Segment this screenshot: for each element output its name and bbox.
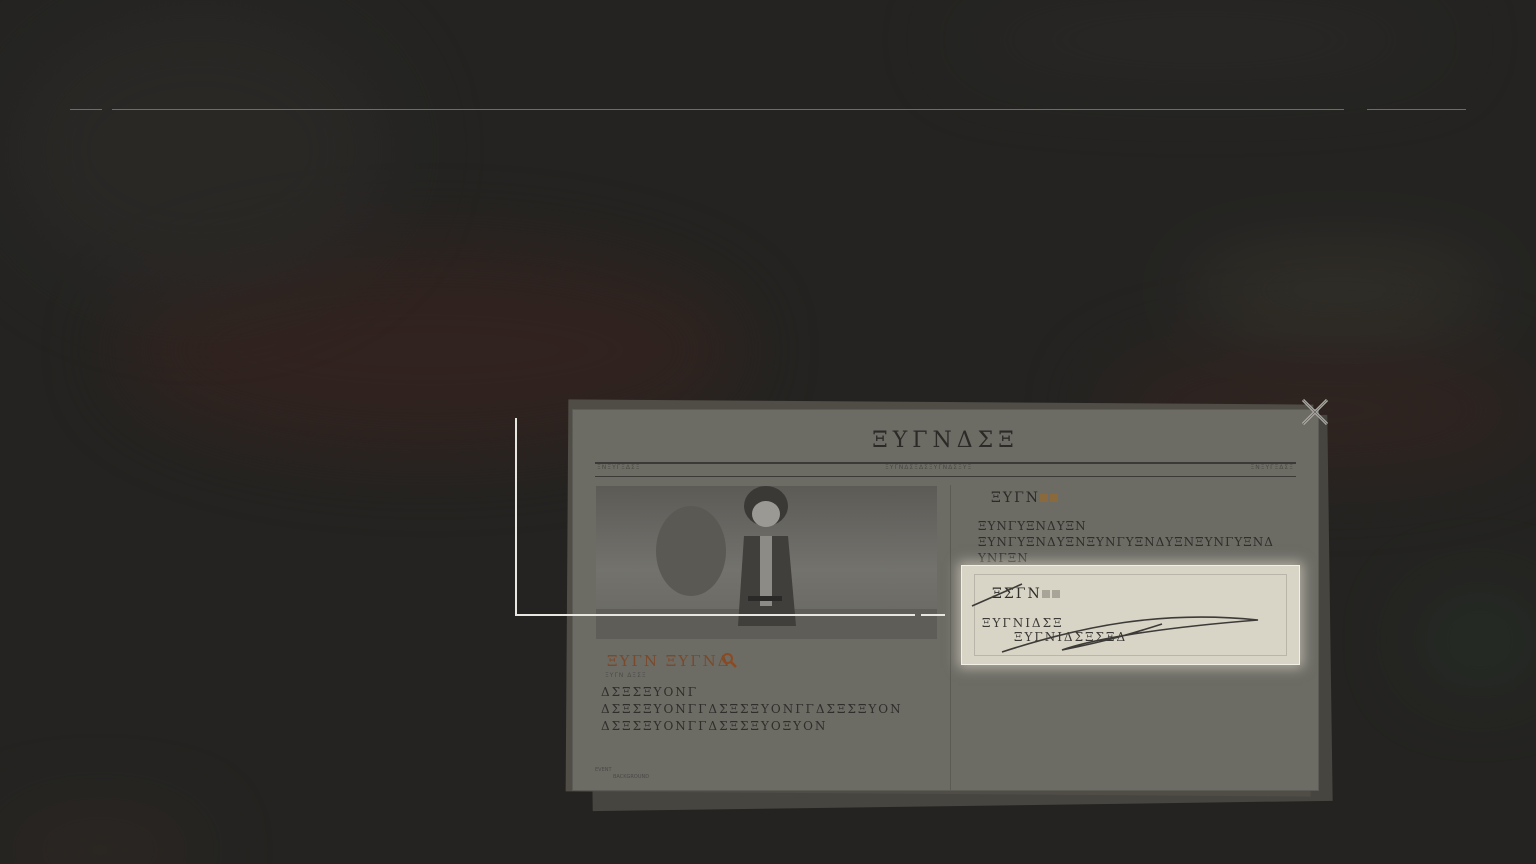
masthead-rule-bottom [595, 476, 1296, 477]
tag-mark [1050, 494, 1058, 502]
footer-event: EVENT BACKGROUND [595, 767, 649, 781]
right-article-title: ΞΥΓΝ [991, 490, 1041, 506]
magnifier-icon[interactable] [721, 652, 737, 668]
article-photo [596, 486, 937, 639]
close-x-icon[interactable] [1298, 395, 1332, 429]
right-article-body: ΞΥΝΓΥΞΝΔΥΞΝ ΞΥΝΓΥΞΝΔΥΞΝΞΥΝΓΥΞΝΔΥΞΝΞΥΝΓΥΞ… [978, 518, 1298, 566]
article-line-2: ΔΣΞΣΞΥΟΝΓΓΔΣΞΣΞΥΟΝΓΓΔΣΞΣΞΥΟΝ [601, 702, 903, 716]
article-caption: ΞΥΓΝ ΔΞΣΞ [605, 672, 647, 679]
scribble-strike [971, 583, 1259, 653]
column-divider [950, 485, 951, 790]
footer-background-label: BACKGROUND [613, 774, 650, 780]
tutorial-bracket-pointer [921, 614, 945, 616]
tag-mark [1040, 494, 1048, 502]
right-line-2: ΞΥΝΓΥΞΝΔΥΞΝΞΥΝΓΥΞΝΔΥΞΝΞΥΝΓΥΞΝΔ [978, 535, 1274, 549]
tutorial-bracket-vertical [515, 418, 517, 616]
top-divider-right [1367, 109, 1466, 110]
tutorial-bracket-horizontal [515, 614, 915, 616]
article-line-3: ΔΣΞΣΞΥΟΝΓΓΔΣΞΣΞΥΟΞΥΟΝ [601, 719, 828, 733]
top-divider [112, 109, 1344, 110]
left-header-text: ΞΝΞΥΓΞΔΣΞ [597, 464, 641, 471]
article-line-1: ΔΣΞΣΞΥΟΝΓ [601, 685, 699, 699]
right-header-text: ΞΝΞΥΓΞΔΣΞ [1250, 464, 1294, 471]
newspaper-masthead: ΞΥΓΝΔΣΞ [872, 428, 1019, 453]
right-line-1: ΞΥΝΓΥΞΝΔΥΞΝ [978, 519, 1087, 533]
photo-character [738, 486, 796, 626]
right-line-3: ΥΝΓΞΝ [978, 551, 1029, 565]
photo-tree [656, 506, 726, 596]
masthead-strip: ΞΥΓΝΔΣΞΔΣΞΥΓΝΔΣΞΥΞ [885, 464, 973, 471]
highlighted-clue[interactable]: ΞΣΓΝ ΞΥΓΝΙΔΣΞ ΞΥΓΝΙΔΣΞΣΞΔ [961, 565, 1300, 665]
footer-event-label: EVENT [595, 767, 612, 773]
article-headline: ΞΥΓΝ ΞΥΓΝΔ [607, 652, 731, 670]
right-article-tags [1040, 494, 1058, 502]
top-divider-left [70, 109, 102, 110]
